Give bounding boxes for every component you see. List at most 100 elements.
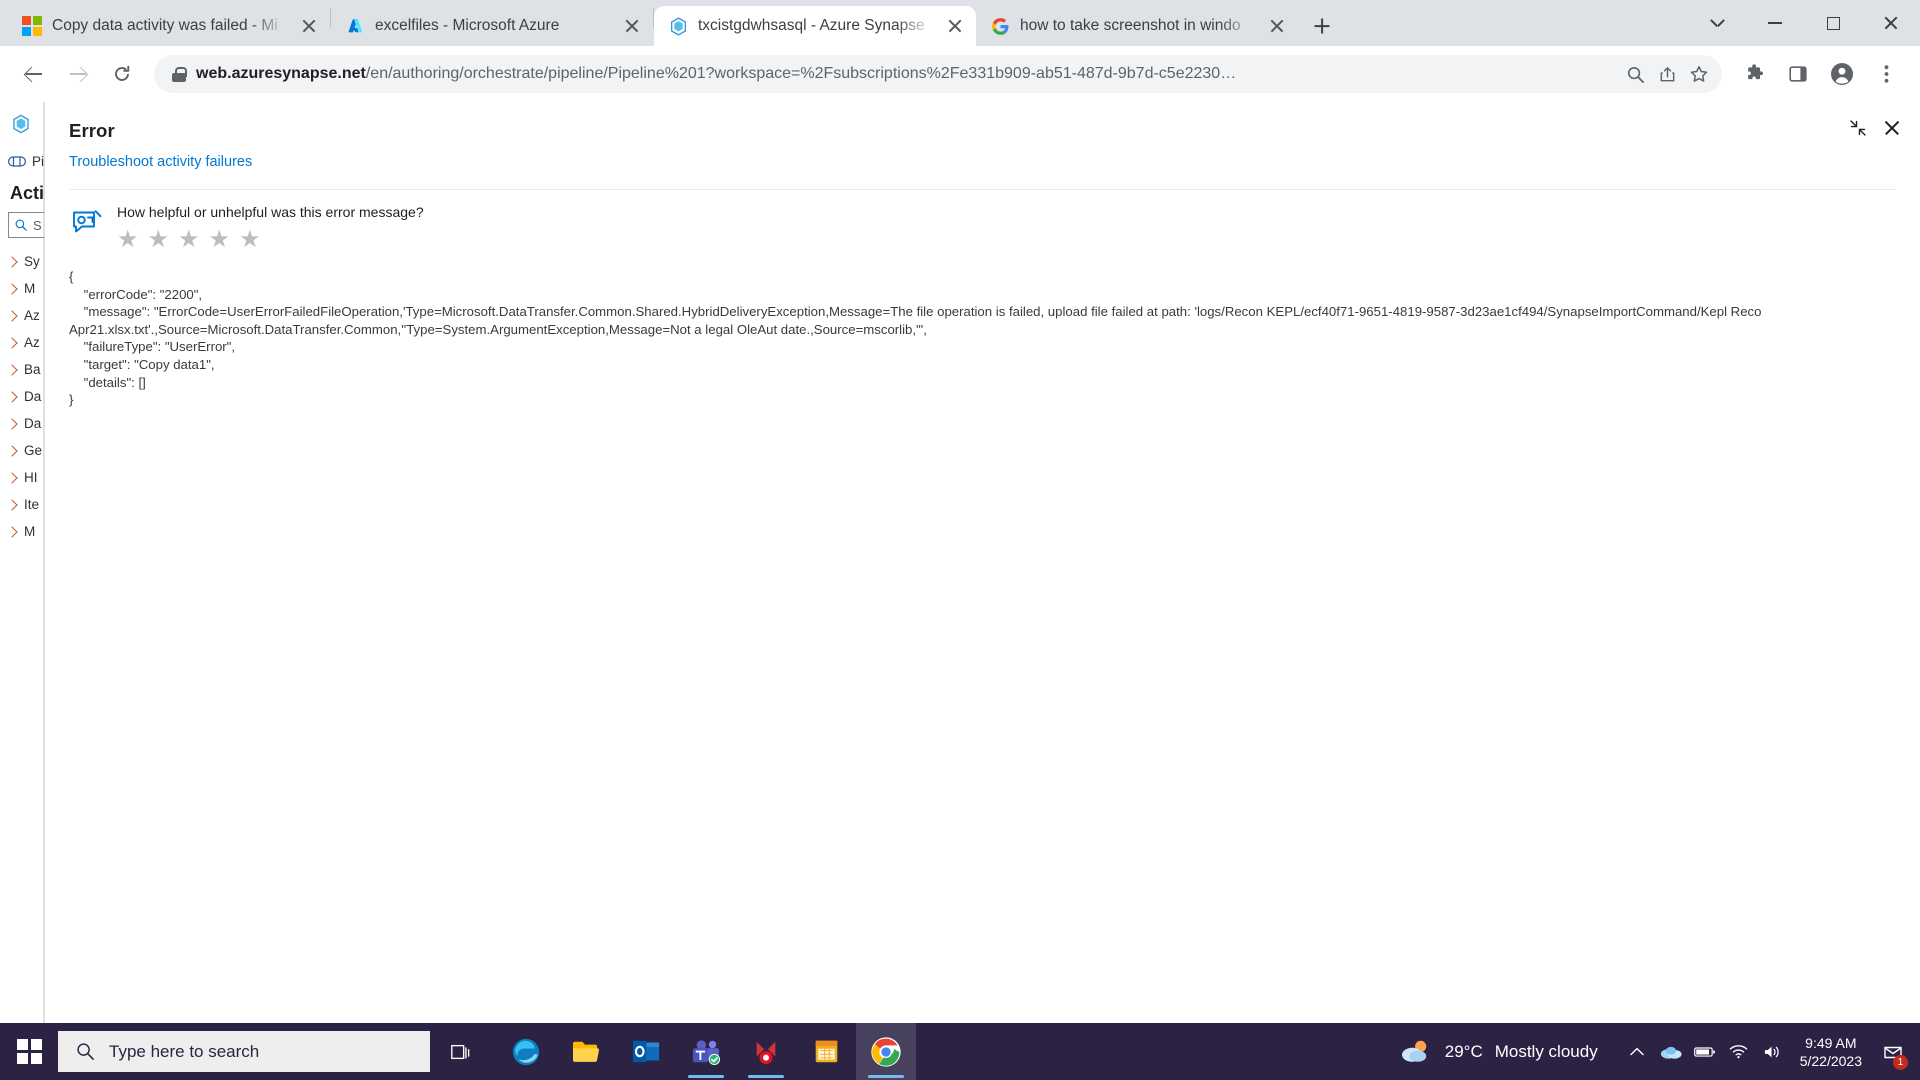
error-panel-header: Error Troubleshoot activity failures [45, 102, 1920, 171]
tree-item[interactable]: M [6, 275, 44, 302]
task-view-button[interactable] [430, 1023, 490, 1080]
weather-temperature: 29°C [1444, 1041, 1483, 1061]
chevron-down-icon [1711, 19, 1724, 27]
star-icon-3[interactable]: ★ [178, 228, 200, 252]
activities-pane: Pi Acti S Sy M Az Az Ba Da Da Ge HI Ite … [0, 146, 44, 1023]
search-icon [77, 1043, 94, 1060]
maximize-button[interactable] [1804, 0, 1862, 46]
close-window-button[interactable] [1862, 0, 1920, 46]
back-button[interactable] [14, 54, 54, 94]
close-tab-icon[interactable] [298, 15, 320, 37]
taskbar-app-outlook[interactable] [616, 1023, 676, 1080]
volume-icon[interactable] [1756, 1023, 1790, 1080]
feedback-icon [71, 208, 103, 236]
minimize-icon [1768, 22, 1782, 24]
microsoft-icon [22, 16, 42, 36]
start-button[interactable] [0, 1023, 58, 1080]
windows-taskbar: Type here to search 29°C Mostly cloudy 9… [0, 1023, 1920, 1080]
share-icon[interactable] [1652, 59, 1682, 89]
show-hidden-icons-button[interactable] [1620, 1023, 1654, 1080]
battery-icon[interactable] [1688, 1023, 1722, 1080]
tree-item[interactable]: Sy [6, 248, 44, 275]
pipeline-icon [8, 156, 26, 167]
taskbar-app-file-explorer[interactable] [556, 1023, 616, 1080]
browser-tab-2[interactable]: excelfiles - Microsoft Azure [331, 6, 653, 46]
star-icon-2[interactable]: ★ [148, 228, 170, 252]
feedback-body: How helpful or unhelpful was this error … [117, 204, 424, 252]
browser-tab-4[interactable]: how to take screenshot in windo [976, 6, 1298, 46]
profile-avatar-button[interactable] [1822, 54, 1862, 94]
taskbar-app-chrome[interactable] [856, 1023, 916, 1080]
activities-search-input[interactable]: S [8, 212, 44, 238]
url-domain: web.azuresynapse.net [196, 65, 366, 82]
tree-item[interactable]: Ge [6, 437, 44, 464]
onedrive-tray-icon[interactable] [1654, 1023, 1688, 1080]
tree-item[interactable]: Az [6, 302, 44, 329]
close-tab-icon[interactable] [621, 15, 643, 37]
taskbar-app-other[interactable] [736, 1023, 796, 1080]
close-tab-icon[interactable] [944, 15, 966, 37]
synapse-icon [11, 114, 31, 139]
page-viewport: Pi Acti S Sy M Az Az Ba Da Da Ge HI Ite … [0, 102, 1920, 1023]
onedrive-icon [1660, 1046, 1682, 1059]
collapse-icon[interactable] [1848, 118, 1868, 138]
activities-tree: Sy M Az Az Ba Da Da Ge HI Ite M [6, 248, 44, 545]
tree-item[interactable]: Ba [6, 356, 44, 383]
chevron-up-icon [1630, 1047, 1644, 1056]
tab-search-button[interactable] [1688, 0, 1746, 46]
forward-button[interactable] [58, 54, 98, 94]
url-path: /en/authoring/orchestrate/pipeline/Pipel… [365, 65, 1237, 82]
arrow-right-icon [68, 64, 88, 84]
bookmark-star-icon[interactable] [1684, 59, 1714, 89]
synapse-icon [668, 16, 688, 36]
chrome-menu-button[interactable] [1866, 54, 1906, 94]
chevron-right-icon [6, 282, 18, 295]
file-explorer-icon [573, 1041, 599, 1062]
tree-item[interactable]: Az [6, 329, 44, 356]
browser-tab-3-active[interactable]: txcistgdwhsasql - Azure Synapse [654, 6, 976, 46]
close-tab-icon[interactable] [1266, 15, 1288, 37]
tree-item[interactable]: M [6, 518, 44, 545]
taskbar-search-input[interactable]: Type here to search [58, 1031, 430, 1072]
notification-badge: 1 [1893, 1055, 1908, 1070]
chevron-right-icon [6, 444, 18, 457]
tree-item[interactable]: HI [6, 464, 44, 491]
extensions-button[interactable] [1734, 54, 1774, 94]
activities-search-placeholder: S [33, 217, 42, 233]
chevron-right-icon [6, 390, 18, 403]
troubleshoot-link[interactable]: Troubleshoot activity failures [69, 154, 252, 170]
taskbar-app-edge[interactable] [496, 1023, 556, 1080]
browser-tab-1[interactable]: Copy data activity was failed - Mi [8, 6, 330, 46]
tree-item[interactable]: Da [6, 410, 44, 437]
address-bar[interactable]: web.azuresynapse.net/en/authoring/orches… [154, 55, 1722, 93]
side-panel-button[interactable] [1778, 54, 1818, 94]
activities-heading: Acti [10, 183, 44, 203]
error-panel: Error Troubleshoot activity failures How… [44, 102, 1920, 1023]
star-rating[interactable]: ★ ★ ★ ★ ★ [117, 228, 424, 252]
close-icon[interactable] [1882, 118, 1902, 138]
star-icon-5[interactable]: ★ [239, 228, 261, 252]
google-lens-icon[interactable] [1620, 59, 1650, 89]
notification-center-button[interactable]: 1 [1876, 1023, 1910, 1080]
chrome-icon [871, 1036, 901, 1067]
taskbar-app-excel[interactable] [796, 1023, 856, 1080]
tab-title: excelfiles - Microsoft Azure [375, 17, 560, 34]
chevron-right-icon [6, 309, 18, 322]
taskbar-app-teams[interactable] [676, 1023, 736, 1080]
tab-strip: Copy data activity was failed - Mi excel… [0, 0, 1920, 46]
star-icon-1[interactable]: ★ [117, 228, 139, 252]
network-icon[interactable] [1722, 1023, 1756, 1080]
tree-item[interactable]: Ite [6, 491, 44, 518]
star-icon-4[interactable]: ★ [209, 228, 231, 252]
chevron-right-icon [6, 498, 18, 511]
taskbar-clock[interactable]: 9:49 AM 5/22/2023 [1790, 1034, 1876, 1070]
pipeline-label: Pi [31, 154, 44, 169]
weather-widget[interactable]: 29°C Mostly cloudy [1399, 1038, 1620, 1066]
new-tab-button[interactable] [1306, 10, 1338, 42]
lock-icon [172, 66, 187, 82]
reload-button[interactable] [102, 54, 142, 94]
chevron-right-icon [6, 471, 18, 484]
tree-item[interactable]: Da [6, 383, 44, 410]
minimize-button[interactable] [1746, 0, 1804, 46]
tree-item-label: M [24, 524, 36, 539]
